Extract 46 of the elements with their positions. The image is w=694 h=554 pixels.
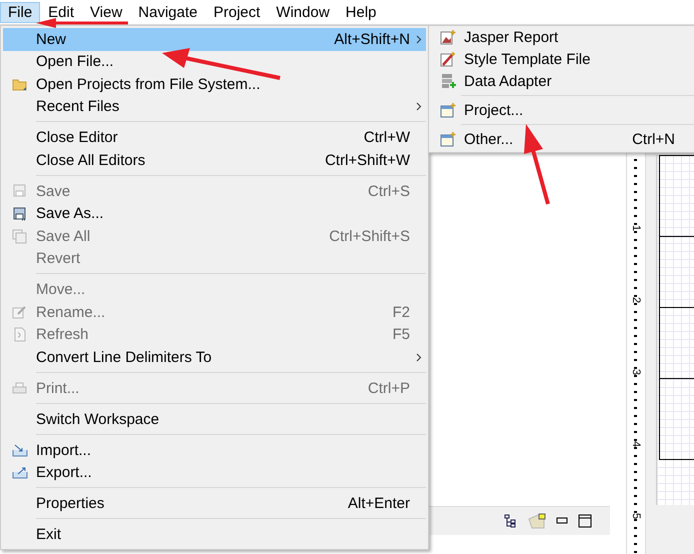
ruler-label: 2 <box>630 296 642 304</box>
table-icon[interactable] <box>528 513 546 529</box>
menu-item[interactable]: Properties Alt+Enter <box>3 492 426 515</box>
menu-item[interactable]: Style Template File <box>431 48 694 70</box>
export-icon <box>12 466 28 480</box>
folder-icon <box>12 78 27 91</box>
menu-item[interactable]: Data Adapter <box>431 70 694 92</box>
brush-icon <box>440 51 456 67</box>
menu-item[interactable]: Jasper Report <box>431 26 694 48</box>
floppy-disks-icon <box>12 228 27 244</box>
ruler-label: 4 <box>630 440 642 448</box>
import-icon <box>12 444 28 457</box>
new-window-icon <box>440 102 456 118</box>
menu-item[interactable]: Save As... <box>3 202 426 225</box>
menu-title[interactable]: Help <box>338 2 384 22</box>
menu-item[interactable]: New Alt+Shift+N <box>3 28 426 50</box>
menu-title[interactable]: View <box>82 2 130 22</box>
menu-title[interactable]: File <box>0 2 40 22</box>
menu-title[interactable]: Project <box>205 2 268 22</box>
menu-item[interactable]: Project... <box>431 99 694 121</box>
database-add-icon <box>440 73 456 89</box>
menu-item[interactable]: Open File... <box>3 50 426 73</box>
menu-item[interactable]: Other... Ctrl+N <box>431 128 694 150</box>
menu-item[interactable]: Switch Workspace <box>3 408 426 430</box>
report-icon <box>440 29 456 45</box>
tree-icon[interactable] <box>504 514 518 528</box>
menu-item[interactable]: Import... <box>3 439 426 462</box>
pencil-icon <box>12 305 27 320</box>
ruler-label: 3 <box>630 368 642 376</box>
menu-title[interactable]: Edit <box>40 2 82 22</box>
menu-title[interactable]: Navigate <box>130 2 206 22</box>
minimize-icon[interactable] <box>556 517 568 525</box>
menu-item[interactable]: Close All Editors Ctrl+Shift+W <box>3 149 426 172</box>
menu-item[interactable]: Exit <box>3 524 426 546</box>
ruler-label: 5 <box>630 512 642 520</box>
menu-item[interactable]: Export... <box>3 462 426 484</box>
refresh-icon <box>12 327 26 342</box>
menu-item[interactable]: Open Projects from File System... <box>3 73 426 96</box>
menu-item[interactable]: Recent Files <box>3 96 426 118</box>
ruler-label: 1 <box>630 224 642 232</box>
menu-item[interactable]: Close Editor Ctrl+W <box>3 126 426 149</box>
new-window-icon <box>440 131 456 147</box>
maximize-icon[interactable] <box>578 514 592 528</box>
printer-icon <box>12 382 27 395</box>
menu-item[interactable]: Convert Line Delimiters To <box>3 346 426 368</box>
menu-title[interactable]: Window <box>268 2 338 22</box>
